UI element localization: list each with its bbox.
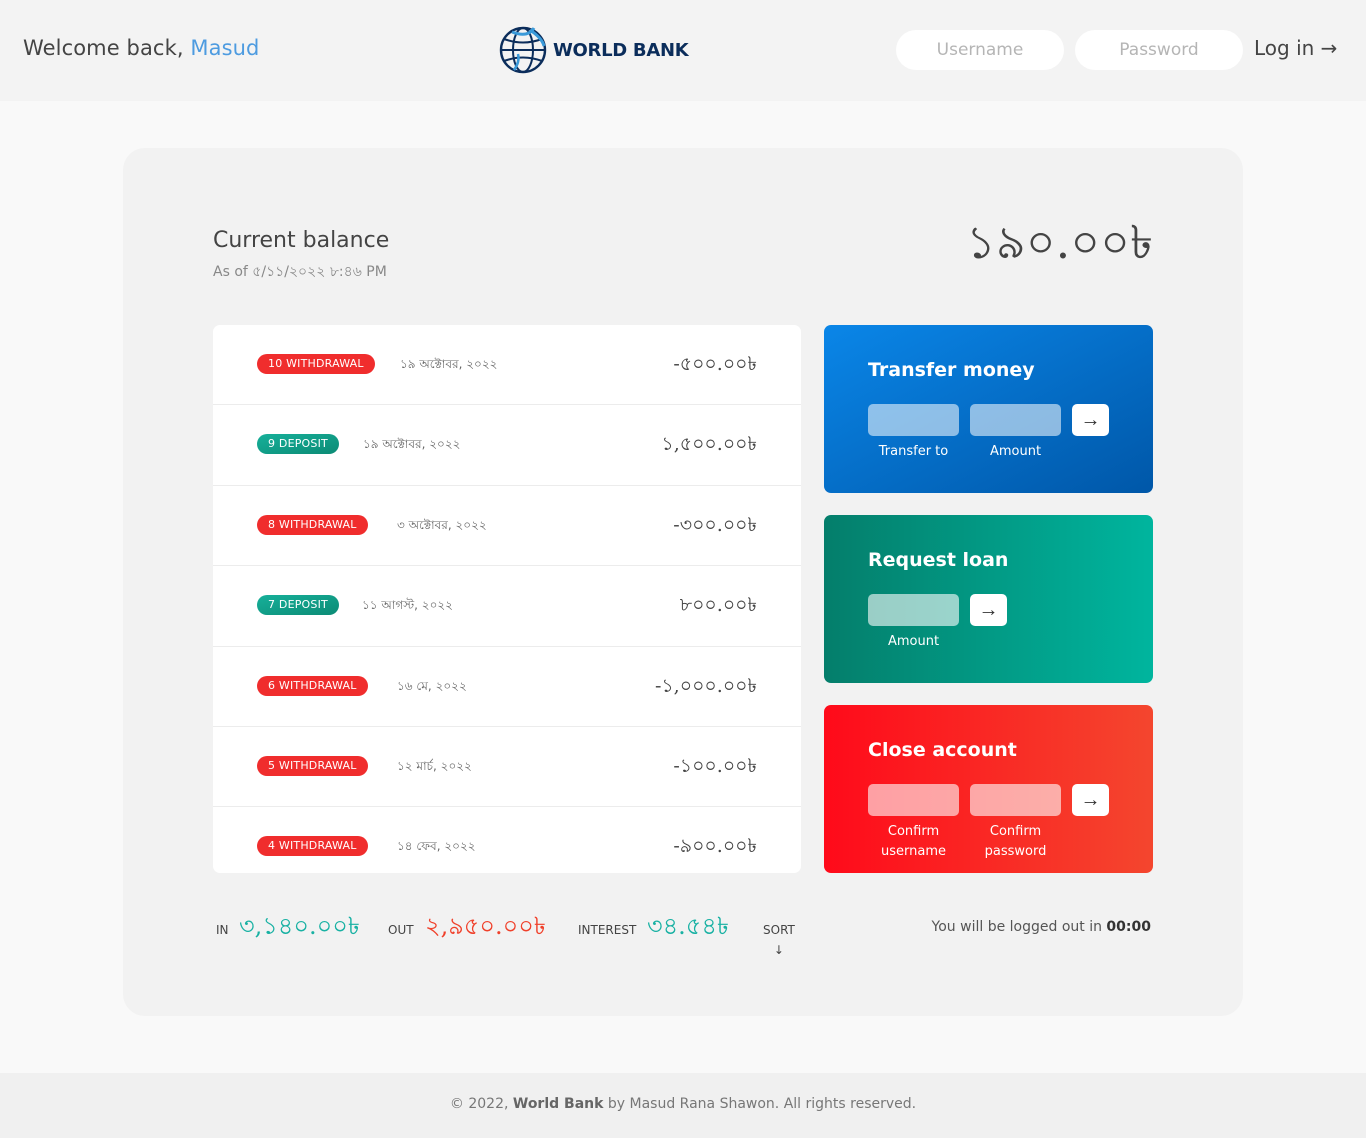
movement-type-badge: 10 WITHDRAWAL [257,354,375,374]
transfer-amount-label: Amount [989,444,1042,459]
logo: WORLD BANK [498,24,689,76]
movement-type-badge: 4 WITHDRAWAL [257,836,368,857]
movement-type-badge: 6 WITHDRAWAL [257,675,368,696]
confirm-password-label: Confirm password [970,822,1061,862]
movement-type-badge: 9 DEPOSIT [257,434,339,455]
login-button[interactable]: Log in → [1254,36,1337,60]
confirm-password-input[interactable] [970,784,1061,816]
movement-value: -৩০০.০০৳ [673,513,757,536]
welcome-message: Welcome back, Masud [23,36,259,60]
balance-label: Current balance [213,228,390,253]
close-account-panel: Close account → Confirm username Confirm p… [824,705,1153,873]
movement-value: -১,০০০.০০৳ [654,674,757,697]
transfer-amount-input[interactable] [970,404,1061,436]
movement-row: 4 WITHDRAWAL ১৪ ফেব, ২০২২ -৯০০.০০৳ [213,807,801,873]
confirm-password-label-line1: Confirm [989,824,1042,839]
loan-submit-button[interactable]: → [970,594,1007,626]
transfer-panel: Transfer money → Transfer to Amount [824,325,1153,493]
movement-date: ১৬ মে, ২০২২ [397,678,467,693]
app-panel: Current balance As of ৫/১১/২০২২ ৮:৪৬ PM … [123,148,1243,1016]
close-account-submit-button[interactable]: → [1072,784,1109,816]
movement-row: 6 WITHDRAWAL ১৬ মে, ২০২২ -১,০০০.০০৳ [213,647,801,727]
summary-out-value: ২,৯৫০.০০৳ [425,912,546,940]
balance-value: ১৯০.০০৳ [966,215,1153,269]
footer: © 2022, World Bank by Masud Rana Shawon.… [0,1073,1366,1138]
balance-date: As of ৫/১১/২০২২ ৮:৪৬ PM [213,264,387,280]
loan-title: Request loan [868,549,1009,571]
summary-in-label: In [216,923,229,937]
password-input[interactable] [1075,30,1243,70]
movement-value: -১০০.০০৳ [673,754,757,777]
movement-row: 8 WITHDRAWAL ৩ অক্টোবর, ২০২২ -৩০০.০০৳ [213,486,801,567]
top-nav: Welcome back, Masud WORLD BANK Log in → [0,0,1366,101]
movement-date: ১৯ অক্টোবর, ২০২২ [363,437,461,452]
logout-timer-value: 00:00 [1106,919,1151,935]
movement-date: ১৯ অক্টোবর, ২০২২ [400,357,498,371]
movement-value: ৮০০.০০৳ [679,594,757,617]
sort-button[interactable]: SORT ↓ [763,920,795,960]
welcome-prefix: Welcome back, [23,36,191,60]
movement-date: ১৪ ফেব, ২০২২ [397,839,476,854]
summary-interest-value: ৩৪.৫৪৳ [647,912,729,940]
logout-timer: You will be logged out in 00:00 [932,919,1151,935]
movements-list: 10 WITHDRAWAL ১৯ অক্টোবর, ২০২২ -৫০০.০০৳ … [213,325,801,873]
movement-row: 9 DEPOSIT ১৯ অক্টোবর, ২০২২ ১,৫০০.০০৳ [213,405,801,486]
username-input[interactable] [896,30,1064,70]
footer-prefix: © 2022, [449,1096,513,1112]
sort-arrow-icon: ↓ [773,943,784,957]
globe-icon [499,26,547,74]
transfer-to-input[interactable] [868,404,959,436]
footer-suffix: by Masud Rana Shawon. All rights reserve… [603,1096,917,1112]
confirm-password-label-line2: password [984,844,1047,859]
movement-type-badge: 8 WITHDRAWAL [257,514,368,535]
movement-date: ৩ অক্টোবর, ২০২২ [397,517,487,532]
movement-date: ১২ মার্চ, ২০২২ [397,758,472,773]
loan-amount-input[interactable] [868,594,959,626]
close-account-title: Close account [868,739,1017,761]
transfer-submit-button[interactable]: → [1072,404,1109,436]
loan-amount-label: Amount [887,634,940,649]
summary-interest-label: Interest [578,923,637,937]
transfer-title: Transfer money [868,359,1035,381]
footer-brand: World Bank [512,1096,604,1112]
transfer-to-label: Transfer to [878,444,949,459]
summary-in-value: ৩,১৪০.০০৳ [239,912,360,940]
welcome-username: Masud [190,36,260,60]
movement-type-badge: 5 WITHDRAWAL [257,755,368,776]
loan-panel: Request loan → Amount [824,515,1153,683]
logout-timer-prefix: You will be logged out in [931,919,1107,935]
confirm-username-label: Confirm username [868,822,959,862]
movement-value: ১,৫০০.০০৳ [661,433,757,456]
movement-type-badge: 7 DEPOSIT [257,595,339,616]
summary-out-label: Out [388,923,414,937]
movement-date: ১১ আগস্ট, ২০২২ [362,598,453,613]
confirm-username-input[interactable] [868,784,959,816]
confirm-username-label-line1: Confirm [887,824,940,839]
movement-row: 10 WITHDRAWAL ১৯ অক্টোবর, ২০২২ -৫০০.০০৳ [213,325,801,406]
footer-copyright: © 2022, World Bank by Masud Rana Shawon.… [0,1073,1366,1112]
logo-text: WORLD BANK [553,39,689,61]
movement-value: -৯০০.০০৳ [673,835,757,858]
confirm-username-label-line2: username [881,844,946,859]
sort-label: SORT [763,923,795,937]
movement-value: -৫০০.০০৳ [673,353,757,375]
movement-row: 5 WITHDRAWAL ১২ মার্চ, ২০২২ -১০০.০০৳ [213,727,801,808]
movement-row: 7 DEPOSIT ১১ আগস্ট, ২০২২ ৮০০.০০৳ [213,566,801,647]
